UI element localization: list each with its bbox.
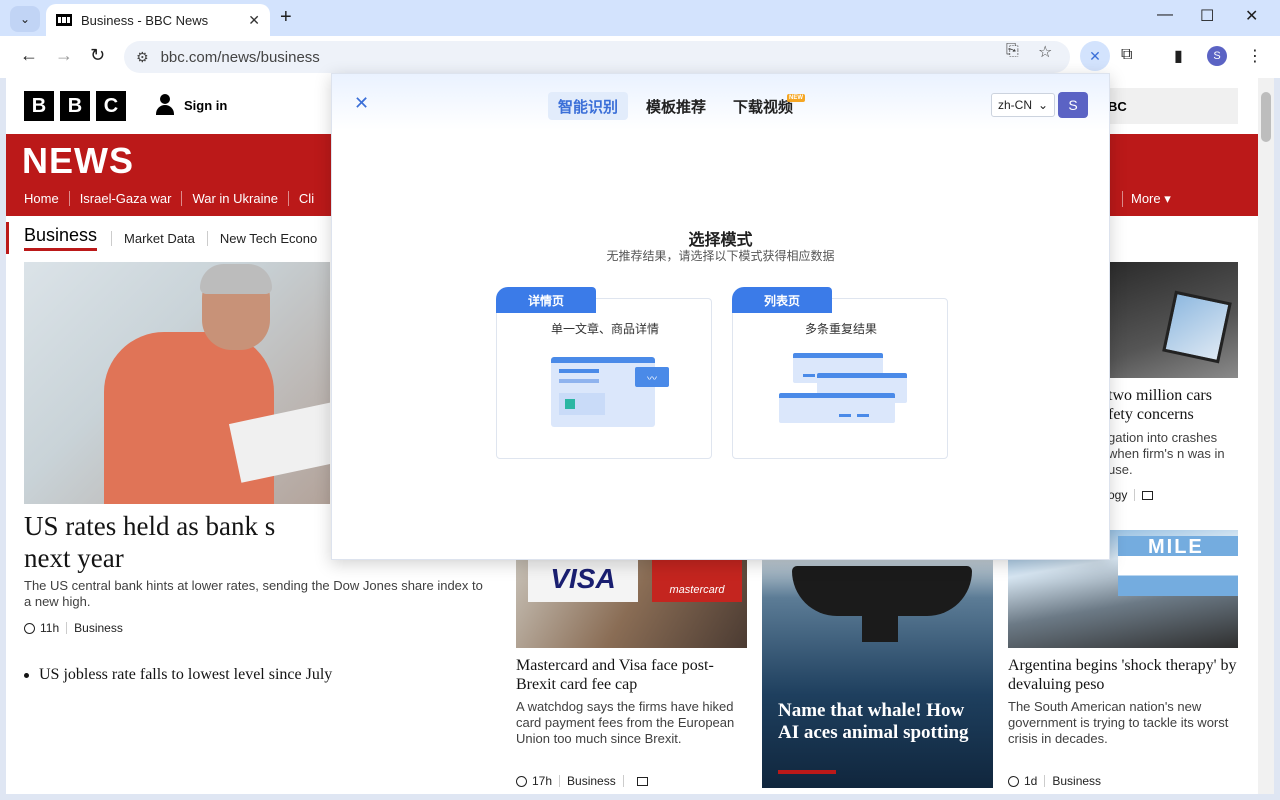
minimize-icon[interactable]: — <box>1157 6 1173 24</box>
visa-time: 17h <box>532 774 553 788</box>
hero-section-link[interactable]: Business <box>74 621 123 635</box>
nav-item-ukraine[interactable]: War in Ukraine <box>192 191 289 206</box>
translate-icon[interactable]: ⎘ <box>1006 42 1019 60</box>
detail-page-illustration-icon: 〰 <box>551 357 671 429</box>
profile-avatar[interactable]: S <box>1207 46 1227 66</box>
language-select[interactable]: zh-CN ⌄ <box>991 93 1055 117</box>
hero-time: 11h <box>40 621 60 635</box>
whale-accent-bar <box>778 770 836 774</box>
nav-item-home[interactable]: Home <box>24 191 70 206</box>
subnav-business[interactable]: Business <box>24 225 98 251</box>
visa-mastercard-image[interactable]: VISA mastercard <box>516 556 747 648</box>
user-icon <box>154 94 176 116</box>
reload-icon[interactable]: ↻ <box>90 45 105 66</box>
hero-summary: The US central bank hints at lower rates… <box>24 578 483 609</box>
subnav-new-tech[interactable]: New Tech Econo <box>206 230 329 246</box>
new-badge: NEW <box>787 94 805 102</box>
maximize-icon[interactable]: ☐ <box>1200 6 1214 26</box>
back-icon[interactable]: ← <box>20 45 38 66</box>
popup-header: ✕ 智能识别 模板推荐 下载视频 NEW zh-CN ⌄ S <box>332 74 1109 130</box>
visa-meta: 17h Business <box>516 774 648 788</box>
news-nav: Home Israel-Gaza war War in Ukraine Cli <box>24 191 334 206</box>
popup-user-avatar[interactable]: S <box>1058 92 1088 118</box>
argentina-summary: The South American nation's new governme… <box>1008 699 1229 746</box>
tab-smart-detect[interactable]: 智能识别 <box>548 92 629 120</box>
tesla-headline[interactable]: two million cars fety concerns <box>1108 386 1238 424</box>
list-page-illustration-icon <box>779 353 909 429</box>
clock-icon <box>516 775 527 787</box>
browser-toolbar: ← → ↻ ⚙ bbc.com/news/business ⎘ ☆ ✕ ⧉ ▮ … <box>0 36 1280 78</box>
visa-section-link[interactable]: Business <box>567 774 616 788</box>
mode-card-detail[interactable]: 详情页 单一文章、商品详情 〰 <box>496 287 712 459</box>
extensions-puzzle-icon[interactable]: ⧉ <box>1121 46 1132 64</box>
mode-desc-list: 多条重复结果 <box>804 322 877 336</box>
news-title[interactable]: NEWS <box>22 140 134 182</box>
comment-icon <box>1142 490 1154 500</box>
tab-close-icon[interactable]: ✕ <box>248 12 260 29</box>
side-panel-icon[interactable]: ▮ <box>1174 46 1183 66</box>
tesla-summary: gation into crashes when firm's n was in… <box>1108 430 1225 477</box>
scraper-extension-popup: ✕ 智能识别 模板推荐 下载视频 NEW zh-CN ⌄ S 选择模式 无推荐结… <box>331 73 1110 560</box>
tesla-image[interactable] <box>1108 262 1238 378</box>
whale-headline[interactable]: Name that whale! How AI aces animal spot… <box>778 700 978 744</box>
address-bar[interactable]: ⚙ bbc.com/news/business <box>124 41 1070 73</box>
scraper-extension-icon[interactable]: ✕ <box>1080 41 1110 71</box>
browser-tab-active[interactable]: Business - BBC News ✕ <box>46 4 270 36</box>
tab-template-recommend[interactable]: 模板推荐 <box>636 92 716 120</box>
mode-tag-detail: 详情页 <box>496 287 610 313</box>
comment-icon <box>636 776 648 786</box>
hero-image[interactable] <box>24 262 330 504</box>
argentina-time: 1d <box>1024 774 1038 788</box>
nav-more[interactable]: More ▾ <box>1122 191 1171 207</box>
new-tab-button[interactable]: + <box>280 6 292 29</box>
tab-search-button[interactable]: ⌄ <box>10 6 40 32</box>
bbc-favicon-icon <box>56 14 72 26</box>
visa-summary: A watchdog says the firms have hiked car… <box>516 699 735 746</box>
related-story-link[interactable]: US jobless rate falls to lowest level si… <box>24 666 332 684</box>
page-scrollbar[interactable] <box>1258 78 1274 794</box>
bbc-search-box[interactable]: BC <box>1102 88 1238 124</box>
clock-icon <box>24 622 35 634</box>
whale-image[interactable] <box>762 556 993 788</box>
mode-card-list[interactable]: 列表页 多条重复结果 <box>732 287 948 459</box>
nav-item-climate[interactable]: Cli <box>299 191 324 206</box>
argentina-section-link[interactable]: Business <box>1052 774 1101 788</box>
mode-tag-list: 列表页 <box>732 287 846 313</box>
tesla-meta: ogy <box>1108 488 1154 502</box>
visa-headline[interactable]: Mastercard and Visa face post-Brexit car… <box>516 656 747 694</box>
clock-icon <box>1008 775 1019 787</box>
browser-tabbar: ⌄ Business - BBC News ✕ + — ☐ ✕ <box>0 0 1280 36</box>
tesla-section-link[interactable]: ogy <box>1108 488 1127 502</box>
nav-item-israel-gaza[interactable]: Israel-Gaza war <box>80 191 183 206</box>
url-text[interactable]: bbc.com/news/business <box>161 49 320 66</box>
select-mode-subtitle: 无推荐结果，请选择以下模式获得相应数据 <box>606 249 835 263</box>
hero-meta: 11h Business <box>24 621 123 635</box>
tab-title: Business - BBC News <box>81 12 209 28</box>
extension-logo-icon: ✕ <box>354 93 370 113</box>
chrome-menu-icon[interactable]: ⋮ <box>1247 46 1263 66</box>
sign-in-label: Sign in <box>184 97 228 113</box>
bbc-logo[interactable]: B B C <box>24 91 126 121</box>
chevron-down-icon: ⌄ <box>1037 98 1048 112</box>
subnav-market-data[interactable]: Market Data <box>111 230 207 246</box>
forward-icon[interactable]: → <box>55 45 73 66</box>
mode-desc-detail: 单一文章、商品详情 <box>550 322 659 336</box>
argentina-meta: 1d Business <box>1008 774 1101 788</box>
site-info-icon[interactable]: ⚙ <box>136 49 149 66</box>
window-close-icon[interactable]: ✕ <box>1245 6 1258 26</box>
argentina-headline[interactable]: Argentina begins 'shock therapy' by deva… <box>1008 656 1238 694</box>
sign-in-link[interactable]: Sign in <box>154 94 227 116</box>
bookmark-star-icon[interactable]: ☆ <box>1038 42 1052 62</box>
